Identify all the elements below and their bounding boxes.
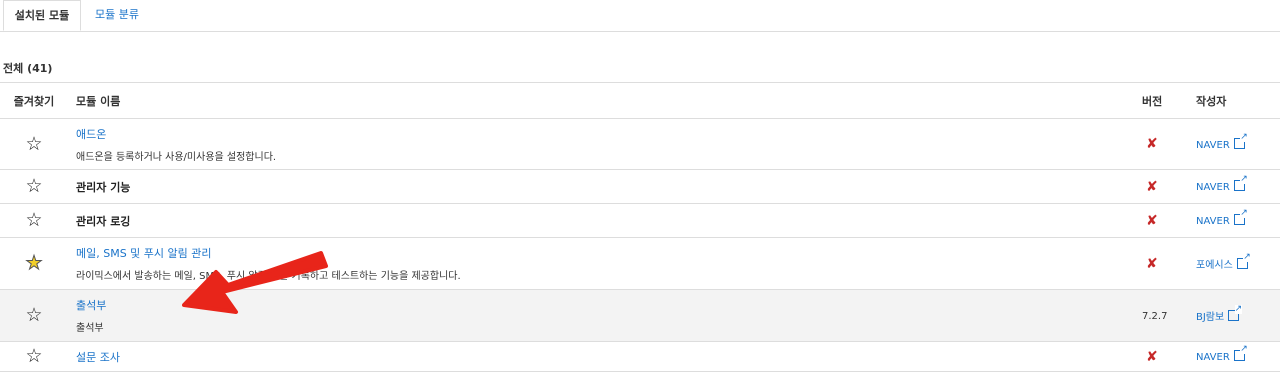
star-filled-icon[interactable]: ★	[25, 252, 43, 274]
module-description: 라이믹스에서 발송하는 메일, SMS, 푸시 알림 등을 기록하고 테스트하는…	[76, 271, 461, 282]
col-favorite-header: 즐겨찾기	[13, 94, 55, 108]
module-name-admin: 관리자 기능	[76, 180, 131, 194]
table-row: ☆ 애드온 애드온을 등록하거나 사용/미사용을 설정합니다. ✘ NAVER	[0, 118, 1280, 170]
module-link-addon[interactable]: 애드온	[76, 126, 1142, 142]
module-table: 즐겨찾기 모듈 이름 버전 작성자 ☆ 애드온 애드온을 등록하거나 사용/미사…	[0, 82, 1280, 372]
invalid-version-icon: ✘	[1146, 255, 1158, 272]
table-row: ☆ 관리자 로깅 ✘ NAVER	[0, 203, 1280, 238]
module-description: 출석부	[76, 323, 104, 334]
table-row-highlighted: ☆ 출석부 출석부 7.2.7 BJ람보	[0, 289, 1280, 342]
table-row: ☆ 관리자 기능 ✘ NAVER	[0, 169, 1280, 204]
tab-installed-modules[interactable]: 설치된 모듈	[3, 0, 81, 31]
module-tabs: 설치된 모듈 모듈 분류	[0, 0, 1280, 32]
external-link-icon[interactable]	[1236, 253, 1251, 269]
star-icon[interactable]: ☆	[25, 175, 42, 197]
invalid-version-icon: ✘	[1146, 136, 1158, 152]
author-link[interactable]: NAVER	[1196, 216, 1230, 227]
col-name-header: 모듈 이름	[76, 94, 121, 108]
star-icon[interactable]: ☆	[25, 304, 42, 326]
external-link-icon[interactable]	[1233, 175, 1248, 191]
author-link[interactable]: NAVER	[1196, 352, 1230, 363]
star-icon[interactable]: ☆	[25, 133, 42, 155]
module-link-notifications[interactable]: 메일, SMS 및 푸시 알림 관리	[76, 245, 1142, 261]
module-description: 애드온을 등록하거나 사용/미사용을 설정합니다.	[76, 151, 277, 163]
total-count: 전체 (41)	[3, 62, 53, 75]
external-link-icon[interactable]	[1233, 132, 1248, 149]
tab-module-category[interactable]: 모듈 분류	[83, 0, 151, 31]
external-link-icon[interactable]	[1233, 209, 1248, 225]
col-version-header: 버전	[1142, 94, 1163, 108]
star-icon[interactable]: ☆	[25, 209, 42, 231]
author-link[interactable]: 포에시스	[1196, 260, 1233, 271]
external-link-icon[interactable]	[1228, 305, 1243, 321]
star-icon[interactable]: ☆	[25, 345, 42, 367]
module-version: 7.2.7	[1142, 311, 1168, 322]
module-name-admin-logging: 관리자 로깅	[76, 214, 131, 228]
table-header-row: 즐겨찾기 모듈 이름 버전 작성자	[0, 82, 1280, 119]
author-link[interactable]: NAVER	[1196, 140, 1230, 151]
col-author-header: 작성자	[1196, 94, 1227, 108]
author-link[interactable]: BJ람보	[1196, 312, 1224, 323]
invalid-version-icon: ✘	[1146, 178, 1158, 195]
author-link[interactable]: NAVER	[1196, 182, 1230, 193]
external-link-icon[interactable]	[1233, 345, 1248, 361]
invalid-version-icon: ✘	[1146, 212, 1158, 229]
module-link-attendance[interactable]: 출석부	[76, 297, 1142, 313]
table-row: ★ 메일, SMS 및 푸시 알림 관리 라이믹스에서 발송하는 메일, SMS…	[0, 237, 1280, 290]
